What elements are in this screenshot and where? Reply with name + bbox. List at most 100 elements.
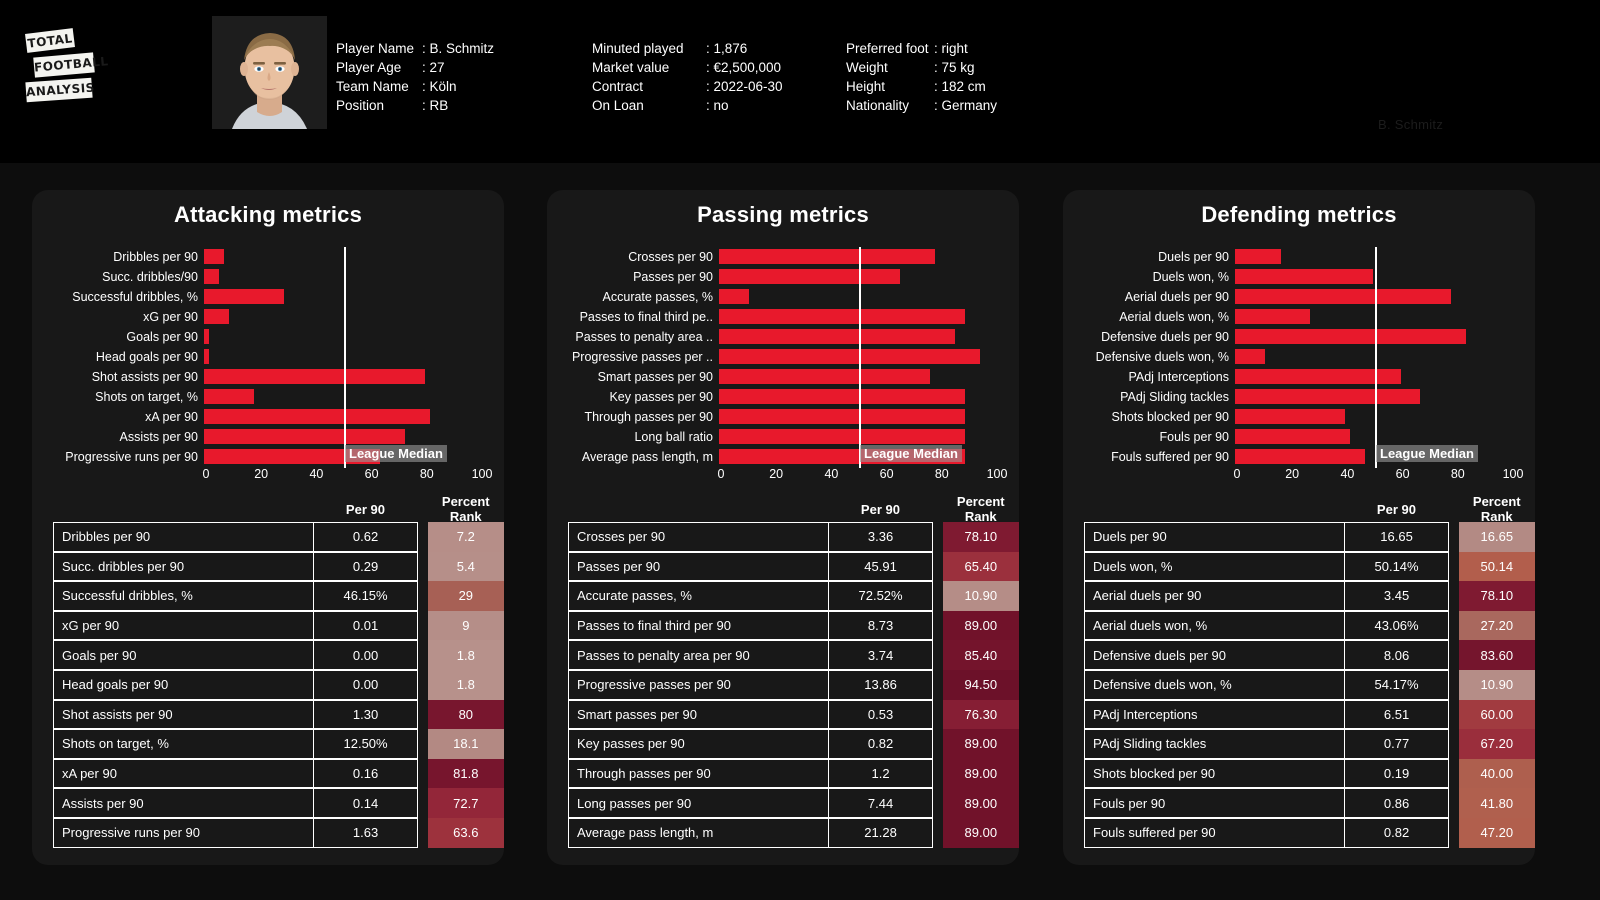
table-row[interactable]: Succ. dribbles per 90 0.29 5.4 xyxy=(32,551,504,582)
table-row[interactable]: Long passes per 90 7.44 89.00 xyxy=(547,788,1019,818)
table-row[interactable]: Head goals per 90 0.00 1.8 xyxy=(32,669,504,700)
cell-metric-name: Aerial duels won, % xyxy=(1084,610,1345,641)
x-axis-tick: 0 xyxy=(717,466,725,481)
cell-metric-name: Progressive passes per 90 xyxy=(568,669,829,700)
metrics-panels: Attacking metrics Dribbles per 90 Succ. d… xyxy=(0,163,1600,900)
table-row[interactable]: Aerial duels won, % 43.06% 27.20 xyxy=(1063,610,1535,641)
table-row[interactable]: Smart passes per 90 0.53 76.30 xyxy=(547,699,1019,730)
bar-track xyxy=(1235,327,1533,347)
cell-percent-rank: 80 xyxy=(427,699,504,730)
table-body: Crosses per 90 3.36 78.10 Passes per 90 45.9… xyxy=(547,522,1019,848)
bar-fill xyxy=(719,369,930,384)
info-row: Preferred foot : right xyxy=(846,39,997,58)
dashboard-root: TOTAL FOOTBALL ANALYSIS Player Name: B.… xyxy=(0,0,1600,900)
league-median-line xyxy=(859,247,861,468)
table-row[interactable]: PAdj Sliding tackles 0.77 67.20 xyxy=(1063,729,1535,759)
panel-title: Passing metrics xyxy=(697,202,869,227)
info-row: Position : RB xyxy=(336,96,494,115)
player-info-column-3: Preferred foot : right Weight : 75 kg He… xyxy=(846,39,997,115)
cell-per90-value: 54.17% xyxy=(1344,669,1450,700)
bar-category-label: Passes to penalty area .. xyxy=(575,330,713,344)
cell-metric-name: Duels won, % xyxy=(1084,551,1345,582)
table-row[interactable]: Shot assists per 90 1.30 80 xyxy=(32,699,504,730)
row-spacer xyxy=(418,818,428,848)
bar-fill xyxy=(204,429,405,444)
info-label: Height xyxy=(846,79,886,94)
table-row[interactable]: Shots blocked per 90 0.19 40.00 xyxy=(1063,758,1535,789)
bar-row: Key passes per 90 xyxy=(547,387,1019,407)
table-row[interactable]: Key passes per 90 0.82 89.00 xyxy=(547,729,1019,759)
table-row[interactable]: Passes to final third per 90 8.73 89.00 xyxy=(547,610,1019,641)
bar-category-label: Passes per 90 xyxy=(633,270,713,284)
info-row: Nationality : Germany xyxy=(846,96,997,115)
table-row[interactable]: xA per 90 0.16 81.8 xyxy=(32,758,504,789)
cell-per90-value: 0.62 xyxy=(313,522,419,552)
x-axis-tick: 80 xyxy=(419,466,434,481)
table-row[interactable]: Duels won, % 50.14% 50.14 xyxy=(1063,551,1535,582)
table-row[interactable]: Passes per 90 45.91 65.40 xyxy=(547,551,1019,582)
table-row[interactable]: Defensive duels won, % 54.17% 10.90 xyxy=(1063,669,1535,700)
cell-metric-name: Duels per 90 xyxy=(1084,522,1345,552)
table-row[interactable]: Successful dribbles, % 46.15% 29 xyxy=(32,581,504,611)
cell-per90-value: 0.14 xyxy=(313,788,419,818)
cell-metric-name: xA per 90 xyxy=(53,758,314,789)
cell-metric-name: Dribbles per 90 xyxy=(53,522,314,552)
league-median-label: League Median xyxy=(345,445,447,462)
table-row[interactable]: Through passes per 90 1.2 89.00 xyxy=(547,758,1019,789)
info-label: Team Name xyxy=(336,79,409,94)
cell-metric-name: Average pass length, m xyxy=(568,817,829,848)
row-spacer xyxy=(418,670,428,700)
bar-track xyxy=(719,267,1017,287)
bar-track xyxy=(1235,407,1533,427)
bar-fill xyxy=(1235,349,1266,364)
table-row[interactable]: Crosses per 90 3.36 78.10 xyxy=(547,522,1019,552)
x-axis-tick: 0 xyxy=(202,466,210,481)
league-median-label: League Median xyxy=(860,445,962,462)
panel-defending-metrics: Defending metrics Duels per 90 Duels won,… xyxy=(1063,190,1535,865)
table-row[interactable]: Aerial duels per 90 3.45 78.10 xyxy=(1063,581,1535,611)
table-row[interactable]: Fouls per 90 0.86 41.80 xyxy=(1063,788,1535,818)
info-row: Team Name : Köln xyxy=(336,77,494,96)
table-row[interactable]: Average pass length, m 21.28 89.00 xyxy=(547,817,1019,848)
bar-fill xyxy=(204,369,425,384)
cell-metric-name: Shots on target, % xyxy=(53,729,314,759)
table-row[interactable]: Shots on target, % 12.50% 18.1 xyxy=(32,729,504,759)
table-row[interactable]: Duels per 90 16.65 16.65 xyxy=(1063,522,1535,552)
row-spacer xyxy=(933,640,943,670)
table-row[interactable]: Assists per 90 0.14 72.7 xyxy=(32,788,504,818)
table-row[interactable]: Progressive passes per 90 13.86 94.50 xyxy=(547,669,1019,700)
bar-track xyxy=(719,367,1017,387)
table-row[interactable]: xG per 90 0.01 9 xyxy=(32,610,504,641)
table-row[interactable]: Passes to penalty area per 90 3.74 85.40 xyxy=(547,640,1019,670)
info-label: On Loan xyxy=(592,98,644,113)
bar-row: Accurate passes, % xyxy=(547,287,1019,307)
bar-fill xyxy=(1235,329,1466,344)
table-row[interactable]: Dribbles per 90 0.62 7.2 xyxy=(32,522,504,552)
cell-percent-rank: 27.20 xyxy=(1458,610,1535,641)
table-row[interactable]: Progressive runs per 90 1.63 63.6 xyxy=(32,817,504,848)
bar-category-label: Defensive duels won, % xyxy=(1095,350,1229,364)
logo-text-total: TOTAL xyxy=(26,31,74,51)
info-label: Player Name xyxy=(336,41,415,56)
cell-per90-value: 0.19 xyxy=(1344,758,1450,789)
bar-row: Shots blocked per 90 xyxy=(1063,407,1535,427)
table-row[interactable]: Fouls suffered per 90 0.82 47.20 xyxy=(1063,817,1535,848)
table-row[interactable]: PAdj Interceptions 6.51 60.00 xyxy=(1063,699,1535,730)
bar-category-label: Dribbles per 90 xyxy=(113,250,198,264)
table-row[interactable]: Accurate passes, % 72.52% 10.90 xyxy=(547,581,1019,611)
cell-percent-rank: 72.7 xyxy=(427,788,504,818)
cell-percent-rank: 40.00 xyxy=(1458,758,1535,789)
cell-per90-value: 72.52% xyxy=(828,581,934,611)
cell-percent-rank: 50.14 xyxy=(1458,551,1535,582)
panel-attacking-metrics: Attacking metrics Dribbles per 90 Succ. d… xyxy=(32,190,504,865)
cell-per90-value: 1.63 xyxy=(313,817,419,848)
table-row[interactable]: Goals per 90 0.00 1.8 xyxy=(32,640,504,670)
cell-percent-rank: 89.00 xyxy=(942,788,1019,818)
cell-per90-value: 8.06 xyxy=(1344,640,1450,670)
cell-percent-rank: 65.40 xyxy=(942,551,1019,582)
bar-row: Dribbles per 90 xyxy=(32,247,504,267)
table-row[interactable]: Defensive duels per 90 8.06 83.60 xyxy=(1063,640,1535,670)
cell-per90-value: 3.74 xyxy=(828,640,934,670)
bar-track xyxy=(1235,287,1533,307)
bar-track xyxy=(1235,267,1533,287)
